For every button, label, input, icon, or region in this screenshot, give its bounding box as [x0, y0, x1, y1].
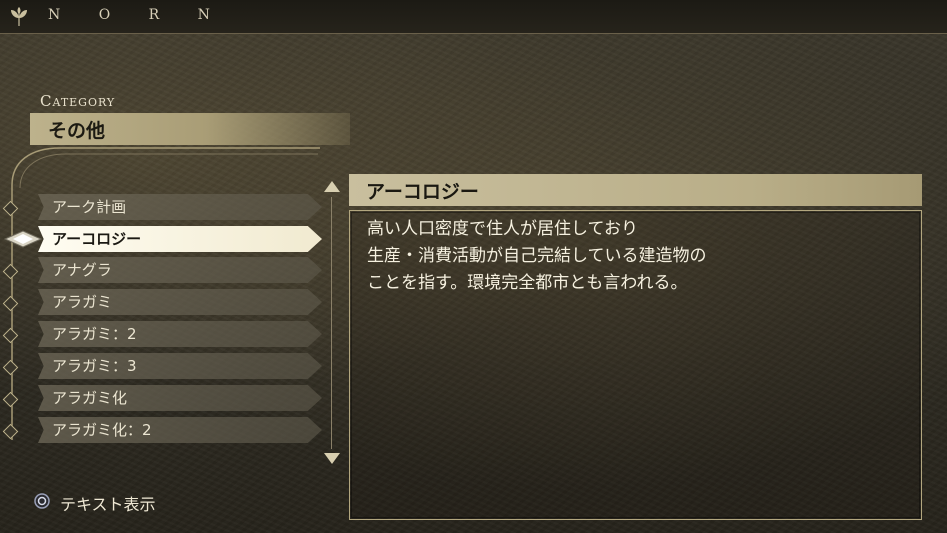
category-value: その他 [48, 120, 106, 142]
content-description: 高い人口密度で住人が居住しており 生産・消費活動が自己完結している建造物の こと… [367, 219, 707, 293]
list-item-ark-plan[interactable]: アーク計画 [38, 194, 322, 220]
list-scrollbar[interactable] [331, 197, 332, 449]
list-item-arcology[interactable]: アーコロジー [38, 226, 322, 252]
top-bar: N O R N [0, 0, 947, 34]
list-item-anagura[interactable]: アナグラ [38, 257, 322, 283]
leaf-emblem-icon [11, 7, 27, 27]
show-text-hint[interactable]: テキスト表示 [60, 491, 156, 515]
category-label: Category [40, 92, 116, 110]
list-item-aragami[interactable]: アラガミ [38, 289, 322, 315]
scroll-down-button[interactable] [323, 451, 341, 465]
diamond-cursor-icon [3, 230, 43, 248]
brand-title: N O R N [48, 7, 227, 23]
circle-button-icon [34, 493, 50, 509]
list-item-aragami-2[interactable]: アラガミ：2 [38, 321, 322, 347]
list-item-aragami-ka-2[interactable]: アラガミ化：2 [38, 417, 322, 443]
scroll-up-button[interactable] [323, 180, 341, 194]
list-item-aragami-ka[interactable]: アラガミ化 [38, 385, 322, 411]
list-item-aragami-3[interactable]: アラガミ：3 [38, 353, 322, 379]
content-title: アーコロジー [366, 181, 479, 203]
